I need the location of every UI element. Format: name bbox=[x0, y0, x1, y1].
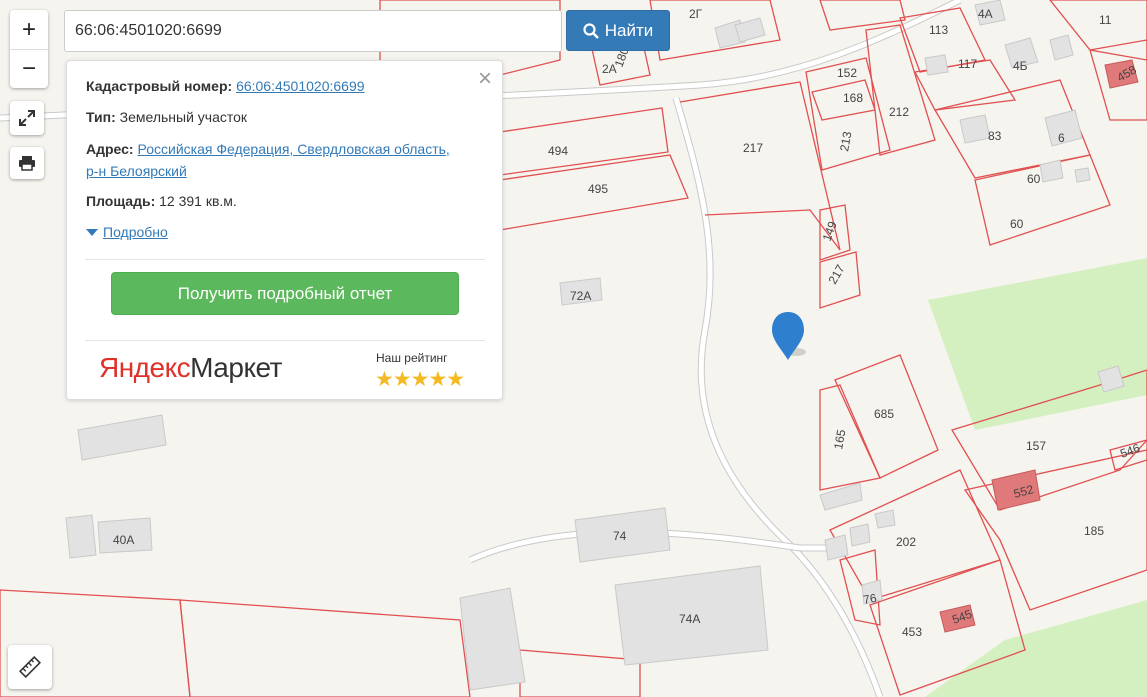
get-report-button[interactable]: Получить подробный отчет bbox=[111, 272, 459, 315]
find-button[interactable]: Найти bbox=[566, 10, 670, 51]
plot-label: 185 bbox=[1084, 524, 1104, 538]
plot-label: 168 bbox=[843, 91, 863, 105]
address-row: Адрес: Российская Федерация, Свердловска… bbox=[86, 138, 450, 182]
type-label: Тип: bbox=[86, 109, 116, 125]
plot-label: 2Г bbox=[689, 7, 703, 21]
plot-label: 494 bbox=[548, 144, 568, 158]
zoom-out-button[interactable]: − bbox=[10, 50, 48, 88]
plot-label: 152 bbox=[837, 66, 857, 80]
plot-label: 117 bbox=[958, 57, 977, 71]
rating-stars: ★★★★★ bbox=[375, 368, 465, 391]
divider bbox=[85, 259, 485, 260]
area-row: Площадь: 12 391 кв.м. bbox=[86, 190, 237, 212]
search-icon bbox=[583, 22, 599, 39]
logo-part-2: Маркет bbox=[190, 352, 282, 383]
plot-label: 113 bbox=[929, 23, 948, 37]
plot-label: 60 bbox=[1010, 217, 1024, 231]
plot-label: 217 bbox=[743, 141, 763, 155]
plot-label: 202 bbox=[896, 535, 916, 549]
area-value: 12 391 кв.м. bbox=[159, 193, 237, 209]
address-link-district[interactable]: р-н Белоярский bbox=[86, 163, 187, 179]
cadastral-number-link[interactable]: 66:06:4501020:6699 bbox=[236, 78, 364, 94]
cadastral-search-input[interactable] bbox=[65, 11, 561, 51]
plot-label: 11 bbox=[1099, 13, 1112, 27]
yandex-market-logo[interactable]: ЯндексМаркет bbox=[99, 352, 282, 384]
cadastral-number-label: Кадастровый номер: bbox=[86, 78, 233, 94]
plot-label: 157 bbox=[1026, 439, 1046, 453]
address-label: Адрес: bbox=[86, 141, 134, 157]
cadastral-number-row: Кадастровый номер: 66:06:4501020:6699 bbox=[86, 75, 365, 97]
details-toggle[interactable]: Подробно bbox=[86, 224, 168, 240]
zoom-control: + − bbox=[10, 10, 48, 88]
ruler-icon bbox=[19, 656, 41, 678]
plot-label: 76 bbox=[862, 591, 878, 607]
plot-label: 4Б bbox=[1013, 59, 1028, 73]
find-button-label: Найти bbox=[604, 20, 654, 40]
plot-label: 40А bbox=[113, 533, 134, 547]
divider bbox=[85, 340, 485, 341]
logo-part-1: Яндекс bbox=[99, 352, 191, 383]
close-icon[interactable]: × bbox=[478, 65, 492, 93]
plot-label: 72А bbox=[570, 289, 591, 303]
plot-label: 453 bbox=[902, 625, 922, 639]
address-link[interactable]: Российская Федерация, Свердловская облас… bbox=[138, 141, 450, 157]
plot-label: 495 bbox=[588, 182, 608, 196]
search-box bbox=[64, 10, 562, 52]
type-row: Тип: Земельный участок bbox=[86, 106, 247, 128]
expand-icon bbox=[19, 110, 35, 126]
plot-label: 74 bbox=[613, 529, 627, 543]
rating-label: Наш рейтинг bbox=[376, 351, 448, 365]
plot-label: 60 bbox=[1027, 172, 1041, 186]
ruler-button[interactable] bbox=[8, 645, 52, 689]
plot-info-card: × Кадастровый номер: 66:06:4501020:6699 … bbox=[66, 60, 503, 400]
plot-label: 6 bbox=[1058, 131, 1065, 145]
zoom-in-button[interactable]: + bbox=[10, 11, 48, 49]
plot-label: 83 bbox=[988, 129, 1002, 143]
caret-down-icon bbox=[86, 228, 98, 236]
plot-label: 685 bbox=[874, 407, 894, 421]
fullscreen-button[interactable] bbox=[10, 101, 44, 135]
print-icon bbox=[19, 156, 35, 171]
plot-label: 4А bbox=[978, 7, 993, 21]
print-button[interactable] bbox=[10, 147, 44, 179]
plot-label: 212 bbox=[889, 105, 909, 119]
type-value: Земельный участок bbox=[119, 109, 248, 125]
area-label: Площадь: bbox=[86, 193, 156, 209]
plot-label: 74А bbox=[679, 612, 700, 626]
details-label: Подробно bbox=[103, 224, 168, 240]
